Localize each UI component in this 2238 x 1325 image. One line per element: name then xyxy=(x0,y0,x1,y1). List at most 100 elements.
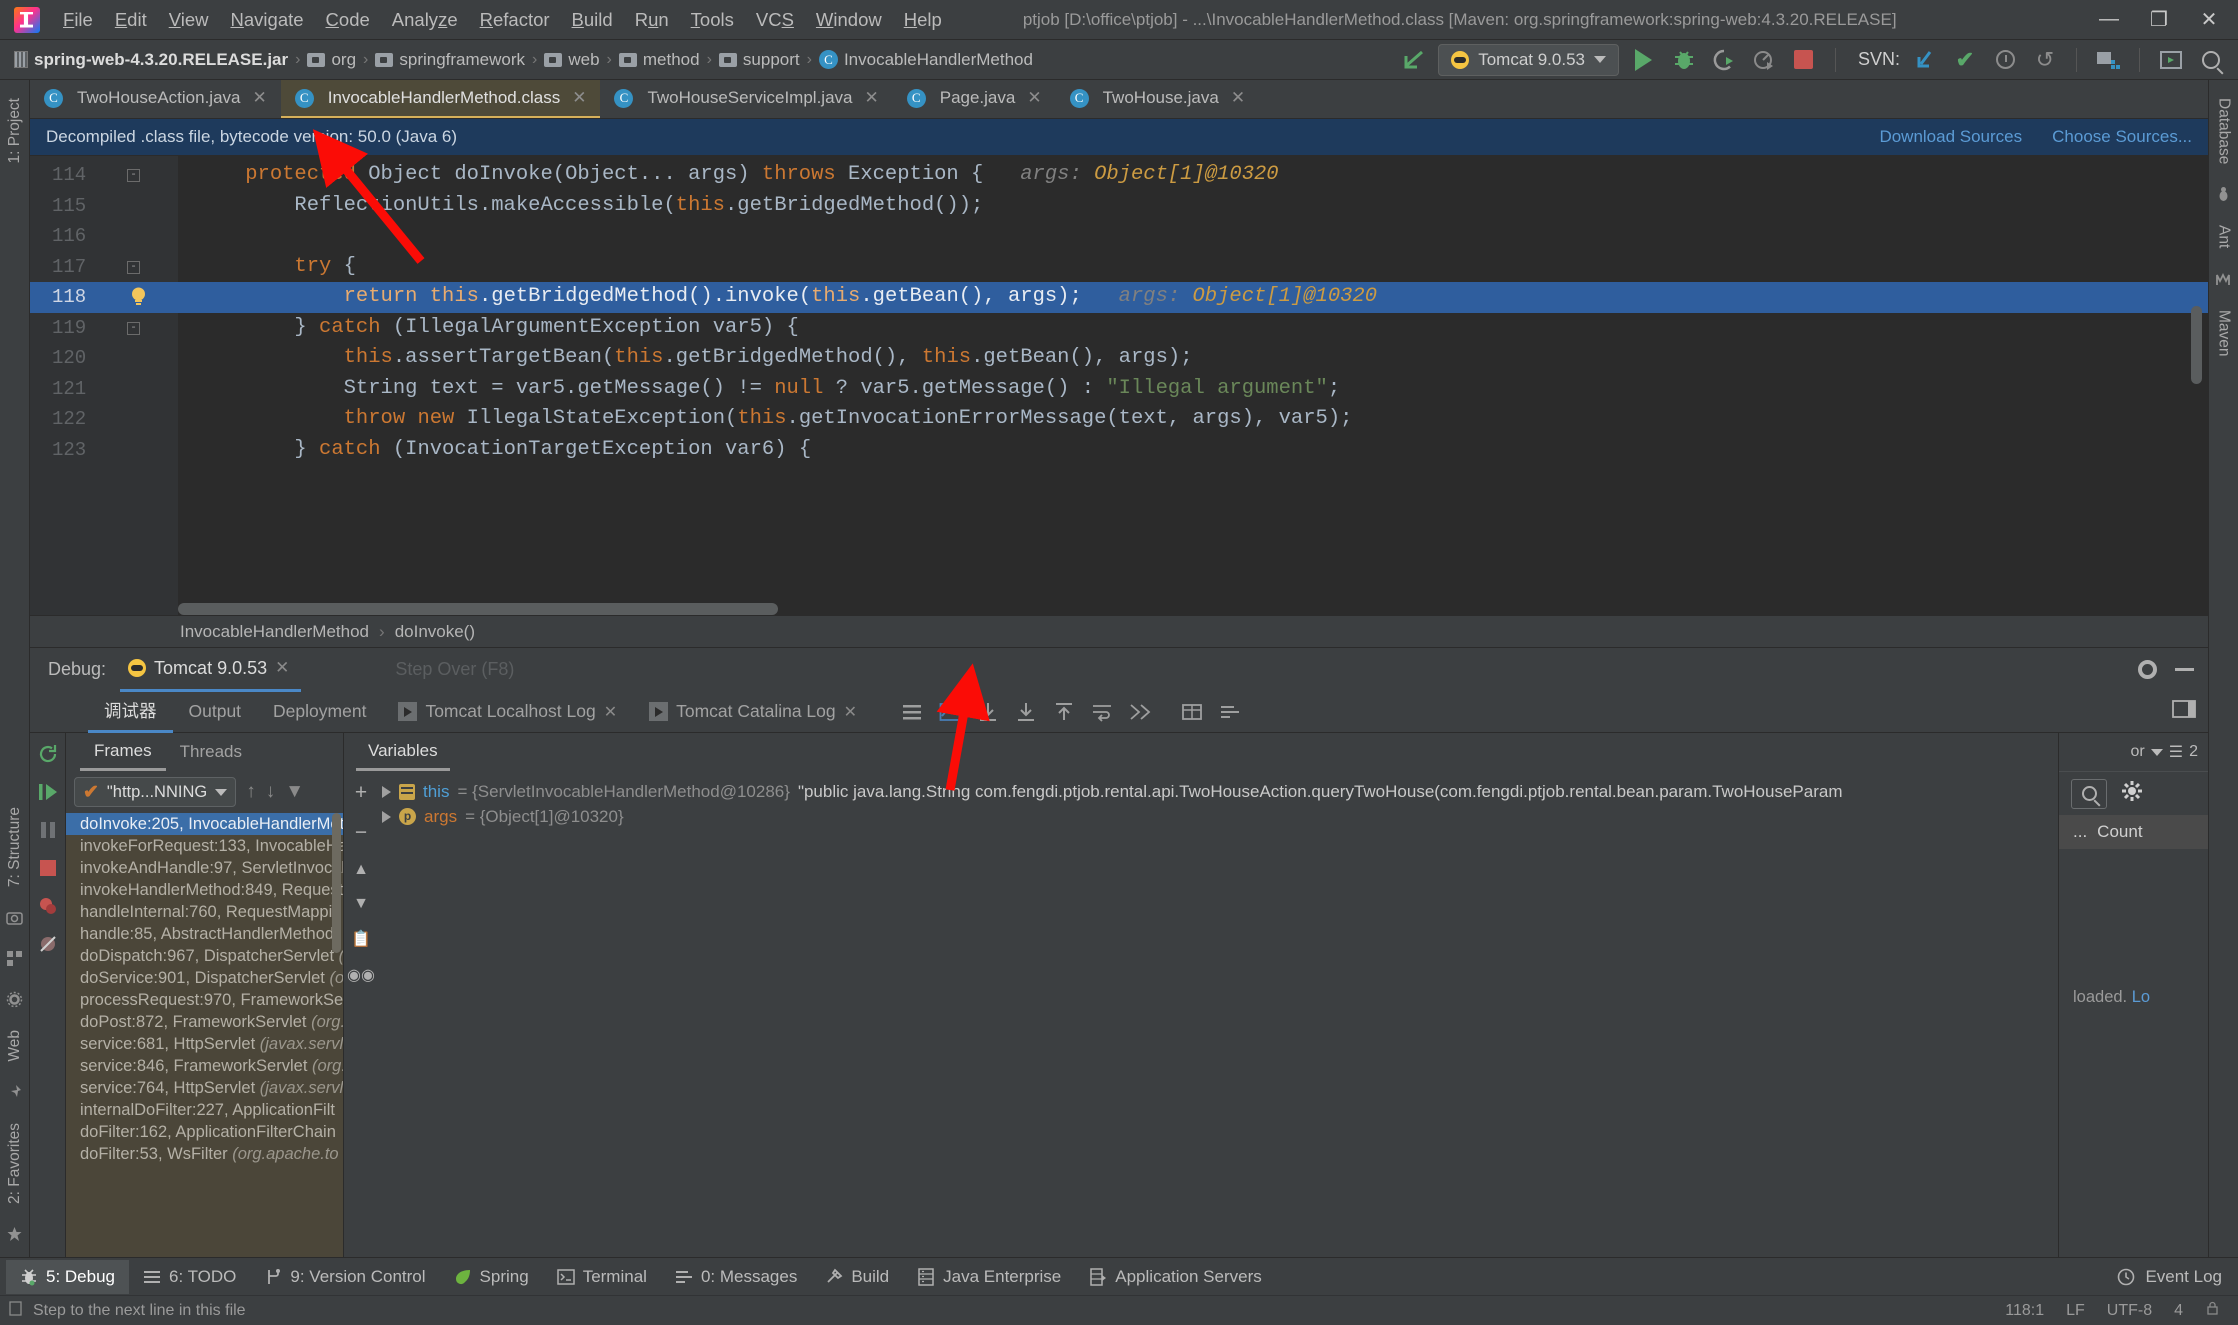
sidebar-item-maven[interactable]: Maven xyxy=(2215,300,2233,367)
move-down-icon[interactable]: ▼ xyxy=(353,895,369,913)
stack-frame-item[interactable]: invokeForRequest:133, InvocableHar xyxy=(66,835,343,857)
horizontal-scrollbar[interactable] xyxy=(178,603,778,615)
menu-window[interactable]: Window xyxy=(805,5,893,35)
code-line[interactable]: String text = var5.getMessage() != null … xyxy=(178,374,2208,405)
line-number[interactable]: 122 xyxy=(30,404,178,435)
close-icon[interactable]: ✕ xyxy=(1231,88,1245,108)
scroll-to-end-icon[interactable] xyxy=(1129,701,1151,723)
stack-frame-item[interactable]: service:764, HttpServlet (javax.servle xyxy=(66,1077,343,1099)
ant-icon[interactable] xyxy=(2215,186,2232,203)
line-separator[interactable]: LF xyxy=(2066,1302,2085,1320)
search-button[interactable] xyxy=(2071,778,2107,809)
search-everywhere-icon[interactable] xyxy=(2196,45,2226,75)
maven-icon[interactable] xyxy=(2215,271,2232,288)
editor-tab-page[interactable]: C Page.java ✕ xyxy=(893,80,1056,118)
breadcrumb-springframework[interactable]: springframework › xyxy=(375,50,544,70)
debug-tab-output[interactable]: Output xyxy=(173,691,258,733)
filter-icon[interactable]: ▼ xyxy=(285,781,304,803)
code-line[interactable]: } catch (IllegalArgumentException var5) … xyxy=(178,313,2208,344)
stack-frame-item[interactable]: processRequest:970, FrameworkServ xyxy=(66,989,343,1011)
stack-frame-item[interactable]: doPost:872, FrameworkServlet (org.s xyxy=(66,1011,343,1033)
stop-button[interactable] xyxy=(1789,45,1819,75)
frames-scrollbar[interactable] xyxy=(332,813,341,953)
editor-gutter[interactable]: 114-115 116 117-118 119-120 121 122 123 xyxy=(30,156,178,615)
gear-icon[interactable] xyxy=(2121,780,2143,807)
svn-history-icon[interactable] xyxy=(1990,45,2020,75)
close-icon[interactable]: ✕ xyxy=(252,88,266,108)
download-icon[interactable] xyxy=(977,701,999,723)
mute-breakpoints-icon[interactable] xyxy=(37,933,59,955)
code-line[interactable]: protected Object doInvoke(Object... args… xyxy=(178,160,2208,191)
attach-profiler-button[interactable] xyxy=(1749,45,1779,75)
pause-program-icon[interactable] xyxy=(37,819,59,841)
code-line[interactable]: this.assertTargetBean(this.getBridgedMet… xyxy=(178,343,2208,374)
tool-window-spring[interactable]: Spring xyxy=(440,1260,543,1294)
table-icon[interactable] xyxy=(1181,701,1203,723)
line-number[interactable]: 120 xyxy=(30,343,178,374)
stack-frame-item[interactable]: service:846, FrameworkServlet (org.s xyxy=(66,1055,343,1077)
tab-threads[interactable]: Threads xyxy=(166,733,256,771)
tool-window-java-enterprise[interactable]: Java Enterprise xyxy=(903,1260,1075,1294)
expand-arrow-icon[interactable] xyxy=(382,810,391,823)
intention-bulb-icon[interactable] xyxy=(130,287,147,307)
menu-analyze[interactable]: Analyze xyxy=(381,5,469,35)
tool-window-application-servers[interactable]: Application Servers xyxy=(1075,1260,1275,1294)
menu-build[interactable]: Build xyxy=(561,5,624,35)
code-line[interactable]: throw new IllegalStateException(this.get… xyxy=(178,404,2208,435)
tool-window-terminal[interactable]: Terminal xyxy=(543,1260,661,1294)
svn-update-icon[interactable] xyxy=(1910,45,1940,75)
view-breakpoints-icon[interactable] xyxy=(37,895,59,917)
run-configuration-selector[interactable]: Tomcat 9.0.53 xyxy=(1438,43,1619,76)
fold-icon[interactable]: - xyxy=(127,169,140,182)
stack-frame-item[interactable]: handle:85, AbstractHandlerMethod xyxy=(66,923,343,945)
debug-tab-tomcat-catalina-log[interactable]: Tomcat Catalina Log ✕ xyxy=(633,691,873,733)
stack-frame-item[interactable]: invokeAndHandle:97, ServletInvocab xyxy=(66,857,343,879)
line-number[interactable]: 114- xyxy=(30,160,178,191)
close-icon[interactable]: ✕ xyxy=(864,88,878,108)
sidebar-item-structure[interactable]: 7: Structure xyxy=(6,797,24,897)
stack-frame-item[interactable]: doDispatch:967, DispatcherServlet (o xyxy=(66,945,343,967)
rerun-icon[interactable] xyxy=(37,743,59,765)
tool-window-messages[interactable]: 0: Messages xyxy=(661,1260,811,1294)
event-log-button[interactable]: Event Log xyxy=(2117,1267,2238,1287)
arrow-down-icon[interactable]: ↓ xyxy=(266,781,276,803)
chevron-down-icon[interactable] xyxy=(2150,748,2163,756)
side-panel-tab-label[interactable]: or xyxy=(2131,743,2145,761)
debug-session-tab[interactable]: Tomcat 9.0.53 ✕ xyxy=(120,648,302,692)
sidebar-item-web[interactable]: Web xyxy=(6,1020,24,1072)
breadcrumb-jar[interactable]: spring-web-4.3.20.RELEASE.jar › xyxy=(14,50,307,70)
choose-sources-link[interactable]: Choose Sources... xyxy=(2052,127,2192,147)
stop-icon[interactable] xyxy=(37,857,59,879)
line-number[interactable]: 118 xyxy=(30,282,178,313)
stack-frame-item[interactable]: internalDoFilter:227, ApplicationFilt xyxy=(66,1099,343,1121)
close-icon[interactable]: ✕ xyxy=(604,702,617,722)
svn-commit-icon[interactable]: ✔ xyxy=(1950,45,1980,75)
editor-breadcrumb[interactable]: InvocableHandlerMethod › doInvoke() xyxy=(30,615,2208,647)
fold-icon[interactable]: - xyxy=(127,321,140,335)
run-with-coverage-button[interactable] xyxy=(1709,45,1739,75)
stack-frame-item[interactable]: doInvoke:205, InvocableHandlerMet xyxy=(66,813,343,835)
tab-frames[interactable]: Frames xyxy=(80,733,166,771)
stack-frame-item[interactable]: doFilter:53, WsFilter (org.apache.to xyxy=(66,1143,343,1165)
sidebar-item-database[interactable]: Database xyxy=(2215,88,2233,174)
stack-frame-item[interactable]: invokeHandlerMethod:849, Request xyxy=(66,879,343,901)
code-line[interactable]: return this.getBridgedMethod().invoke(th… xyxy=(178,282,2208,313)
run-anything-icon[interactable] xyxy=(2156,45,2186,75)
fold-icon[interactable]: - xyxy=(127,260,140,274)
debug-layout-icon[interactable] xyxy=(2172,698,2208,725)
line-number[interactable]: 117- xyxy=(30,252,178,283)
code-line[interactable]: } catch (InvocationTargetException var6)… xyxy=(178,435,2208,466)
tool-window-debug[interactable]: 5: Debug xyxy=(6,1259,129,1294)
arrow-up-icon[interactable]: ↑ xyxy=(246,781,256,803)
list-view-icon[interactable] xyxy=(901,701,923,723)
menu-navigate[interactable]: Navigate xyxy=(220,5,315,35)
menu-help[interactable]: Help xyxy=(893,5,953,35)
move-up-icon[interactable]: ▲ xyxy=(353,861,369,879)
debug-tab-debugger[interactable]: 调试器 xyxy=(88,691,173,733)
inspect-icon[interactable]: ◉◉ xyxy=(347,965,375,985)
resume-program-icon[interactable] xyxy=(37,781,59,803)
menu-bar[interactable]: File Edit View Navigate Code Analyze Ref… xyxy=(52,5,953,35)
breadcrumb-method[interactable]: method › xyxy=(618,50,719,70)
project-structure-icon[interactable] xyxy=(2093,45,2123,75)
grid-icon[interactable] xyxy=(6,950,23,967)
